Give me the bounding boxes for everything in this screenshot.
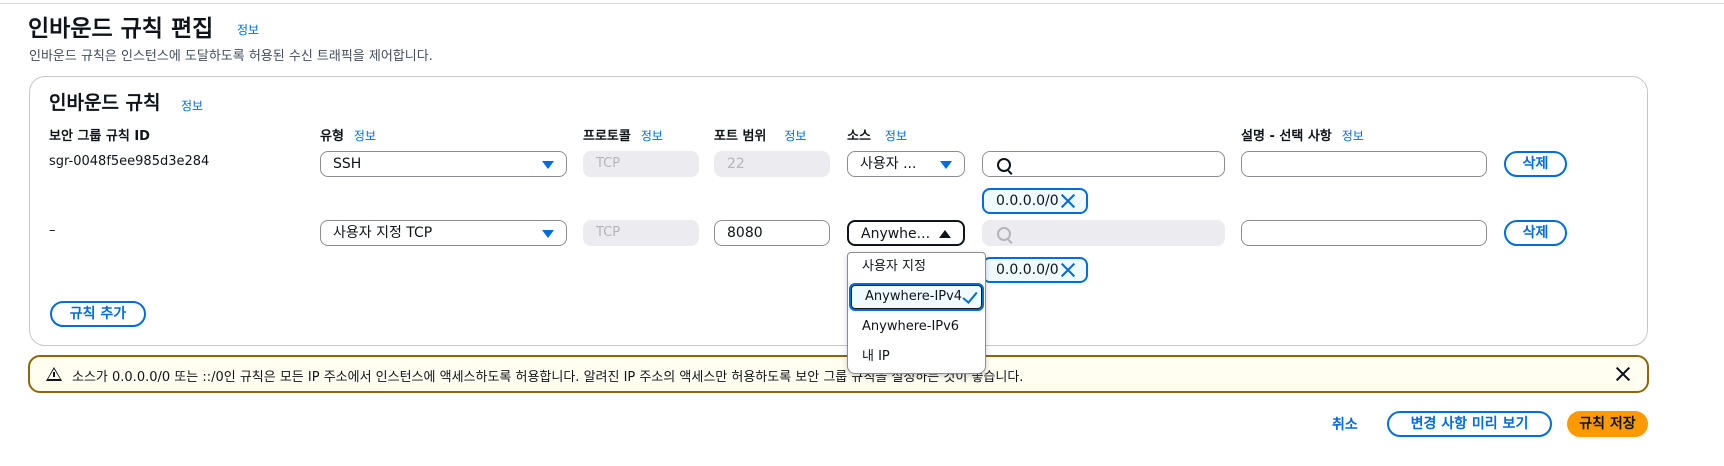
source-select-value: Anywhe...	[861, 226, 931, 242]
token-label: 0.0.0.0/0	[996, 193, 1059, 209]
panel-title: 인바운드 규칙	[49, 92, 161, 114]
port-info-link[interactable]: 정보	[784, 129, 806, 143]
token-label: 0.0.0.0/0	[996, 262, 1059, 278]
checkmark-icon	[962, 288, 978, 304]
dropdown-option-anywhere-ipv4[interactable]: Anywhere-IPv4	[849, 283, 984, 311]
column-header-port-range: 포트 범위 정보	[714, 125, 806, 144]
dropdown-option-custom[interactable]: 사용자 지정	[848, 253, 985, 281]
caret-up-icon	[939, 230, 951, 238]
protocol-field: TCP	[583, 151, 699, 177]
add-rule-button[interactable]: 규칙 추가	[50, 301, 146, 327]
option-label: Anywhere-IPv4	[865, 289, 963, 304]
column-label: 보안 그룹 규칙 ID	[49, 129, 150, 144]
search-icon	[997, 158, 1011, 172]
protocol-info-link[interactable]: 정보	[641, 129, 663, 143]
inbound-rules-panel	[29, 76, 1648, 346]
page-title: 인바운드 규칙 편집	[28, 16, 214, 42]
column-label: 포트 범위	[714, 129, 767, 144]
source-select-value: 사용자 ...	[860, 156, 917, 172]
search-icon	[997, 227, 1011, 241]
page-description: 인바운드 규칙은 인스턴스에 도달하도록 허용된 수신 트래픽을 제어합니다.	[29, 49, 433, 64]
column-label: 소스	[847, 129, 871, 144]
preview-changes-button[interactable]: 변경 사항 미리 보기	[1387, 411, 1552, 437]
rule-id: –	[49, 223, 56, 238]
column-label: 프로토콜	[583, 129, 631, 144]
dropdown-option-anywhere-ipv6[interactable]: Anywhere-IPv6	[848, 313, 985, 341]
description-input[interactable]	[1241, 220, 1487, 246]
cancel-button[interactable]: 취소	[1332, 414, 1358, 434]
column-label: 유형	[320, 129, 344, 144]
port-range-input[interactable]: 8080	[714, 220, 830, 246]
description-input[interactable]	[1241, 151, 1487, 177]
port-range-field: 22	[714, 151, 830, 177]
source-dropdown-menu: 사용자 지정 Anywhere-IPv4 Anywhere-IPv6 내 IP	[847, 252, 986, 374]
caret-down-icon	[940, 161, 952, 169]
source-search-input	[982, 220, 1225, 246]
dropdown-option-my-ip[interactable]: 내 IP	[848, 343, 985, 371]
source-select[interactable]: 사용자 ...	[847, 151, 965, 177]
remove-token-icon[interactable]	[1060, 193, 1076, 209]
delete-rule-button[interactable]: 삭제	[1504, 220, 1567, 246]
panel-info-link[interactable]: 정보	[181, 97, 203, 114]
delete-rule-button[interactable]: 삭제	[1504, 151, 1567, 177]
close-icon[interactable]	[1615, 366, 1631, 382]
column-header-rule-id: 보안 그룹 규칙 ID	[49, 125, 150, 144]
page-info-link[interactable]: 정보	[237, 21, 259, 38]
caret-down-icon	[542, 230, 554, 238]
column-label: 설명 - 선택 사항	[1241, 129, 1332, 144]
description-info-link[interactable]: 정보	[1342, 129, 1364, 143]
save-rules-button[interactable]: 규칙 저장	[1567, 411, 1648, 437]
source-token: 0.0.0.0/0	[982, 257, 1088, 283]
type-select-value: SSH	[333, 156, 362, 172]
source-token: 0.0.0.0/0	[982, 188, 1088, 214]
source-info-link[interactable]: 정보	[885, 129, 907, 143]
caret-down-icon	[542, 161, 554, 169]
top-divider	[0, 3, 1724, 4]
type-select[interactable]: SSH	[320, 151, 567, 177]
type-select-value: 사용자 지정 TCP	[333, 225, 433, 241]
source-search-input[interactable]	[982, 151, 1225, 177]
protocol-field: TCP	[583, 220, 699, 246]
type-info-link[interactable]: 정보	[354, 129, 376, 143]
column-header-source: 소스 정보	[847, 125, 907, 144]
rule-id: sgr-0048f5ee985d3e284	[49, 154, 210, 169]
column-header-protocol: 프로토콜 정보	[583, 125, 663, 144]
source-select[interactable]: Anywhe...	[847, 220, 965, 246]
remove-token-icon[interactable]	[1060, 262, 1076, 278]
type-select[interactable]: 사용자 지정 TCP	[320, 220, 567, 246]
column-header-type: 유형 정보	[320, 125, 376, 144]
column-header-description: 설명 - 선택 사항 정보	[1241, 125, 1364, 144]
warning-alert: 소스가 0.0.0.0/0 또는 ::/0인 규칙은 모든 IP 주소에서 인스…	[28, 355, 1649, 393]
warning-icon	[46, 367, 62, 381]
